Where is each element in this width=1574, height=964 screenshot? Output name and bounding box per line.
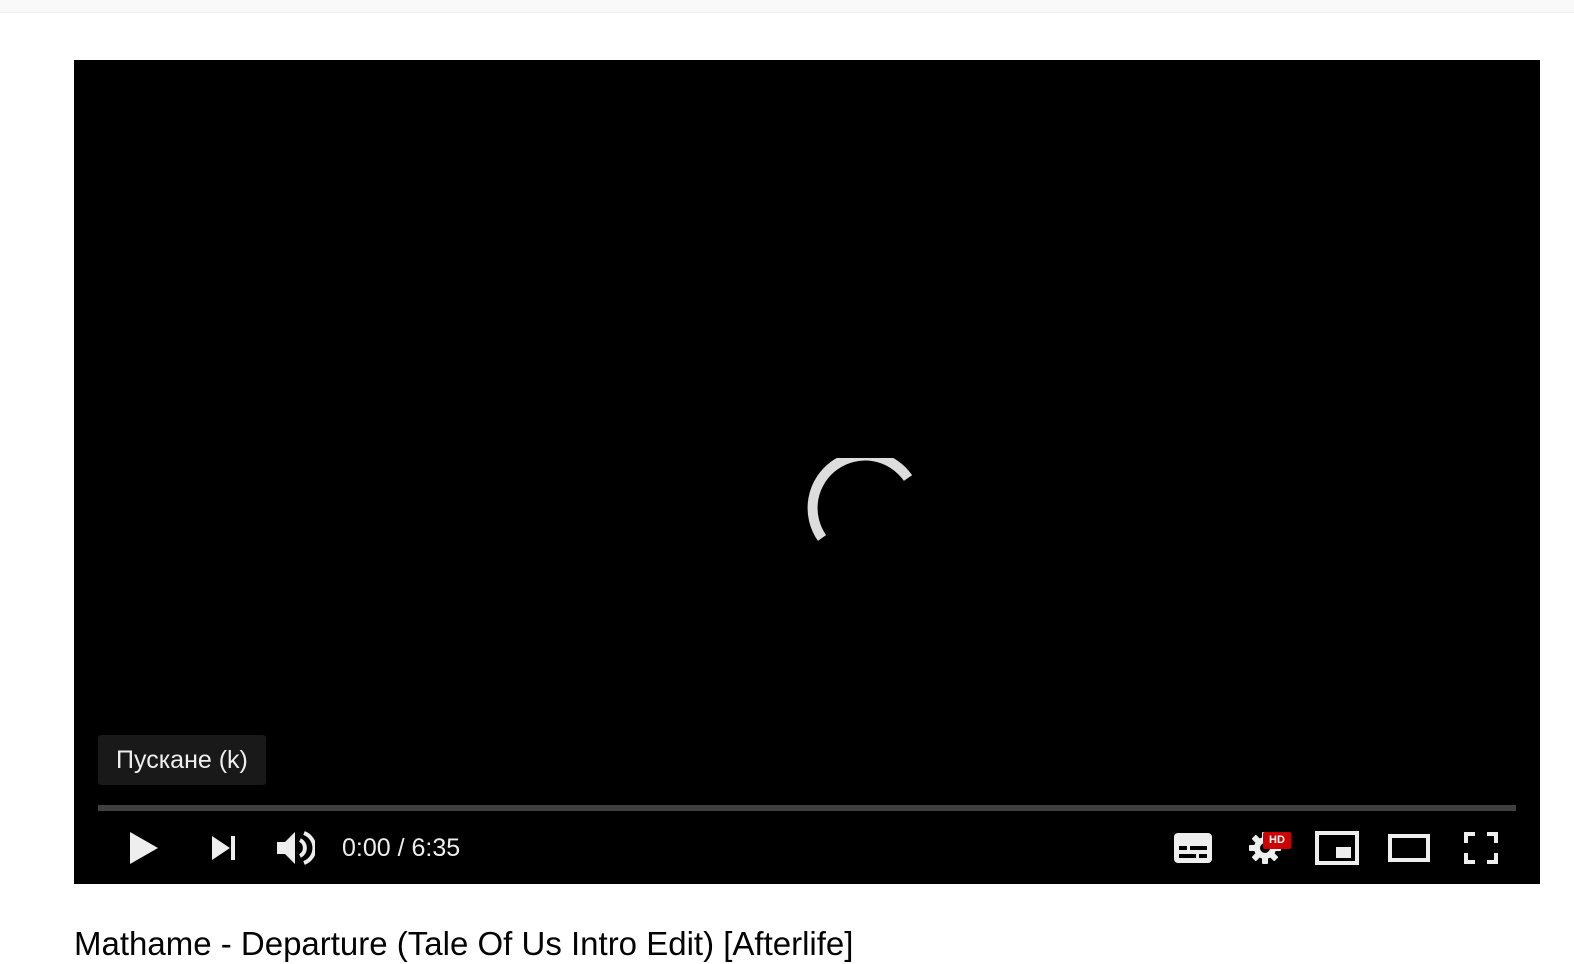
play-tooltip: Пускане (k) [98,735,266,785]
hd-badge: HD [1263,832,1291,849]
masthead-edge [0,0,1574,13]
theater-mode-button[interactable] [1384,818,1434,878]
mute-button[interactable] [270,818,320,878]
volume-icon [277,831,315,865]
video-title: Mathame - Departure (Tale Of Us Intro Ed… [74,925,854,962]
next-icon [212,836,235,860]
next-button[interactable] [198,818,250,878]
theater-mode-icon [1388,834,1430,862]
fullscreen-button[interactable] [1456,818,1506,878]
subtitles-button[interactable] [1168,818,1218,878]
subtitles-icon [1174,833,1212,863]
fullscreen-icon [1464,832,1498,864]
video-player[interactable]: Пускане (k) 0:00 / 6:35 HD [74,60,1540,884]
play-icon [130,832,158,864]
miniplayer-button[interactable] [1312,818,1362,878]
miniplayer-icon [1315,831,1359,865]
progress-bar[interactable] [98,805,1516,811]
play-button[interactable] [118,818,170,878]
time-display: 0:00 / 6:35 [342,834,461,862]
loading-spinner-icon [807,458,912,541]
player-controls: 0:00 / 6:35 HD [74,818,1540,878]
